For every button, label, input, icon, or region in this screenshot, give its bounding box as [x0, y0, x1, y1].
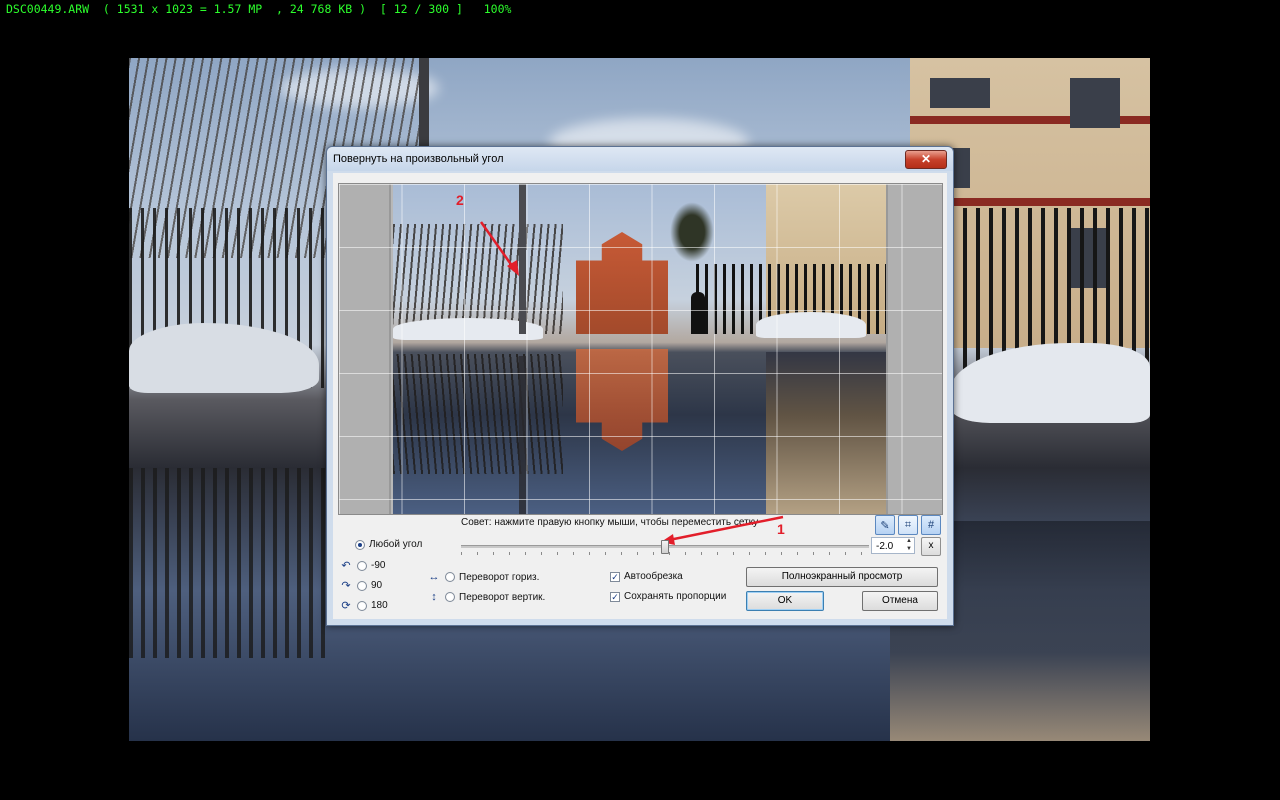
grid-icon[interactable]: # [921, 515, 941, 535]
rotate-90-label: 90 [371, 580, 383, 591]
annotation-label-2: 2 [456, 192, 464, 208]
rotate-left-icon: ↶ [341, 560, 351, 572]
rotate-minus90-label: -90 [371, 560, 386, 571]
keep-ratio-label: Сохранять пропорции [624, 591, 727, 602]
rotate-180-radio[interactable] [357, 600, 367, 611]
crop-icon[interactable]: ⌗ [898, 515, 918, 535]
flip-vertical-radio[interactable] [445, 592, 455, 602]
any-angle-radio[interactable] [355, 539, 365, 550]
fullscreen-preview-button[interactable]: Полноэкранный просмотр [746, 567, 938, 587]
rotate-180-option[interactable]: ⟳ 180 [339, 599, 388, 612]
dialog-title: Повернуть на произвольный угол [333, 153, 504, 165]
flip-vertical-icon: ↕ [431, 591, 437, 603]
status-bar: DSC00449.ARW ( 1531 x 1023 = 1.57 MP , 2… [6, 2, 512, 16]
dialog-body: 2 Совет: нажмите правую кнопку мыши, что… [333, 173, 947, 619]
rotate-90-option[interactable]: ↷ 90 [339, 579, 382, 592]
tool-buttons: ✎ ⌗ # [875, 515, 941, 535]
angle-spinner[interactable]: ▲ ▼ [903, 537, 915, 554]
cancel-button[interactable]: Отмена [862, 591, 938, 611]
any-angle-option[interactable]: Любой угол [355, 539, 422, 550]
rotate-minus90-option[interactable]: ↶ -90 [339, 559, 385, 572]
rotate-180-label: 180 [371, 600, 388, 611]
autocrop-option[interactable]: ✓ Автообрезка [610, 571, 683, 582]
rotate-right-icon: ↷ [341, 580, 351, 592]
rotate-minus90-radio[interactable] [357, 560, 367, 571]
autocrop-label: Автообрезка [624, 571, 683, 582]
flip-vertical-option[interactable]: ↕ Переворот вертик. [427, 591, 545, 603]
ok-button[interactable]: OK [746, 591, 824, 611]
flip-horizontal-radio[interactable] [445, 572, 455, 582]
rotate-180-icon: ⟳ [341, 600, 351, 612]
autocrop-checkbox[interactable]: ✓ [610, 571, 620, 582]
flip-horizontal-label: Переворот гориз. [459, 571, 540, 583]
rotate-dialog: Повернуть на произвольный угол ✕ 2 Совет… [326, 146, 954, 626]
any-angle-label: Любой угол [369, 539, 423, 550]
close-button[interactable]: ✕ [905, 150, 947, 169]
flip-horizontal-icon: ↔ [428, 571, 440, 583]
angle-slider[interactable] [461, 540, 869, 555]
flip-vertical-label: Переворот вертик. [459, 591, 546, 603]
keep-ratio-checkbox[interactable]: ✓ [610, 591, 620, 602]
dialog-titlebar[interactable]: Повернуть на произвольный угол ✕ [327, 147, 953, 171]
keep-ratio-option[interactable]: ✓ Сохранять пропорции [610, 591, 726, 602]
annotation-arrow-2 [479, 221, 519, 276]
flip-horizontal-option[interactable]: ↔ Переворот гориз. [427, 571, 540, 583]
slider-thumb[interactable] [660, 540, 669, 554]
rotate-90-radio[interactable] [357, 580, 367, 591]
pencil-icon[interactable]: ✎ [875, 515, 895, 535]
rotation-preview[interactable]: 2 [338, 183, 943, 515]
alignment-grid[interactable] [339, 184, 942, 514]
reset-angle-button[interactable]: x [921, 537, 941, 556]
